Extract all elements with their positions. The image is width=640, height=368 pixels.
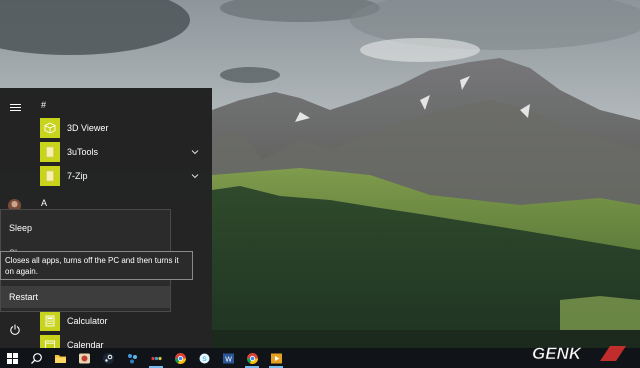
sleep-option[interactable]: Sleep <box>1 217 170 239</box>
dots-icon[interactable] <box>144 348 168 368</box>
network-icon[interactable] <box>120 348 144 368</box>
chevron-down-icon[interactable] <box>188 145 202 159</box>
app-item-calculator[interactable]: Calculator <box>30 309 212 333</box>
search-icon[interactable] <box>24 348 48 368</box>
app-tile <box>40 142 60 162</box>
chrome-icon[interactable] <box>240 348 264 368</box>
app-item-3d-viewer[interactable]: 3D Viewer <box>30 116 212 140</box>
group-header-hash: # <box>41 100 47 110</box>
chrome-alt-icon[interactable] <box>168 348 192 368</box>
app-tile <box>40 311 60 331</box>
hamburger-menu-icon[interactable] <box>2 94 28 120</box>
restart-option[interactable]: Restart <box>1 286 170 308</box>
app-item-7zip[interactable]: 7-Zip <box>30 164 212 188</box>
folder-icon <box>46 170 54 182</box>
word-icon[interactable]: W <box>216 348 240 368</box>
windows-start-icon[interactable] <box>0 348 24 368</box>
folder-icon <box>46 146 54 158</box>
group-header-a: A <box>41 198 48 208</box>
genk-watermark-logo: GENK <box>530 342 634 364</box>
app-tile <box>40 118 60 138</box>
power-button[interactable] <box>2 317 28 343</box>
skype-icon[interactable]: S <box>192 348 216 368</box>
svg-text:W: W <box>225 356 232 363</box>
photos-icon[interactable] <box>72 348 96 368</box>
restart-tooltip: Closes all apps, turns off the PC and th… <box>0 251 193 280</box>
calculator-icon <box>45 315 55 327</box>
app-item-3utools[interactable]: 3uTools <box>30 140 212 164</box>
chevron-down-icon[interactable] <box>188 169 202 183</box>
app-label: Calculator <box>67 316 108 326</box>
app-label: 3D Viewer <box>67 123 109 133</box>
app-label: 7-Zip <box>67 171 88 181</box>
app-tile <box>40 166 60 186</box>
watermark-text: GENK <box>532 344 583 363</box>
file-explorer-icon[interactable] <box>48 348 72 368</box>
power-icon <box>10 324 20 335</box>
svg-text:S: S <box>202 356 207 363</box>
steam-icon[interactable] <box>96 348 120 368</box>
app-label: 3uTools <box>67 147 99 157</box>
cube-icon <box>44 122 56 134</box>
media-icon[interactable] <box>264 348 288 368</box>
